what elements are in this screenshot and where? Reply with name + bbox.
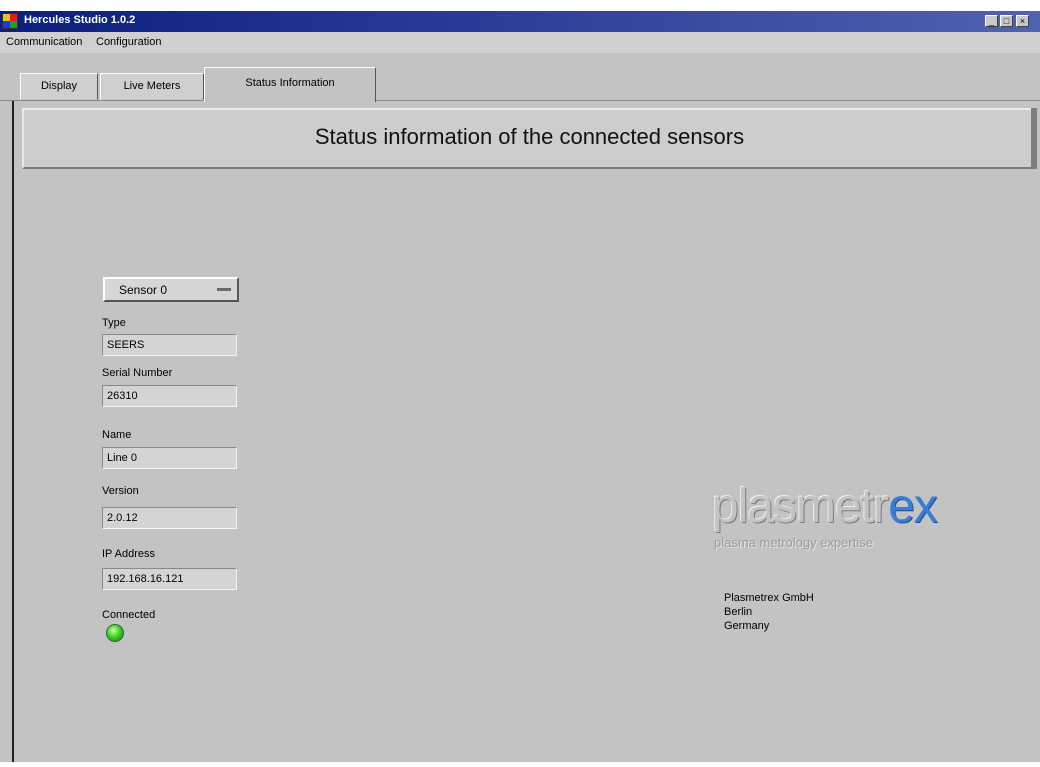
menu-communication[interactable]: Communication (6, 36, 82, 48)
banner-title: Status information of the connected sens… (314, 124, 745, 149)
ip-address-label: IP Address (102, 548, 155, 560)
ip-address-field: 192.168.16.121 (102, 568, 237, 590)
company-city: Berlin (724, 606, 753, 618)
tab-display[interactable]: Display (20, 73, 98, 100)
close-button[interactable]: × (1016, 15, 1029, 27)
sensor-select[interactable]: Sensor 0 (103, 277, 239, 302)
sensor-select-value: Sensor 0 (119, 283, 168, 297)
company-country: Germany (724, 620, 770, 632)
logo-text-main: plasmetr (712, 480, 889, 533)
version-field: 2.0.12 (102, 507, 237, 529)
tab-strip: Display Live Meters Status Information (0, 53, 1040, 102)
serial-number-label: Serial Number (102, 367, 173, 379)
window-title: Hercules Studio 1.0.2 (24, 14, 136, 26)
logo-wordmark: plasmetrex (712, 480, 938, 533)
application-window: Hercules Studio 1.0.2 _ □ × Communicatio… (0, 11, 1040, 762)
logo-tagline: plasma metrology expertise (714, 535, 873, 550)
name-label: Name (102, 429, 132, 441)
menu-bar: Communication Configuration (0, 32, 1040, 54)
status-banner: Status information of the connected sens… (22, 108, 1037, 169)
app-icon (2, 13, 18, 29)
tab-live-meters[interactable]: Live Meters (100, 73, 204, 100)
menu-configuration[interactable]: Configuration (96, 36, 161, 48)
window-left-edge (12, 101, 14, 762)
name-field: Line 0 (102, 447, 237, 469)
version-label: Version (102, 485, 139, 497)
company-name: Plasmetrex GmbH (724, 592, 814, 604)
maximize-button[interactable]: □ (1000, 15, 1013, 27)
plasmetrex-logo: plasmetrex plasma metrology expertise (712, 483, 992, 553)
type-label: Type (102, 317, 126, 329)
connected-led-indicator (106, 624, 124, 642)
tab-status-information[interactable]: Status Information (204, 67, 376, 102)
company-info: Plasmetrex GmbH Berlin Germany (724, 591, 814, 633)
title-bar[interactable]: Hercules Studio 1.0.2 _ □ × (0, 11, 1040, 32)
dropdown-icon[interactable] (217, 288, 231, 291)
type-field: SEERS (102, 334, 237, 356)
minimize-button[interactable]: _ (985, 15, 998, 27)
serial-number-field: 26310 (102, 385, 237, 407)
tab-divider (0, 100, 1040, 101)
logo-text-accent: ex (888, 480, 938, 533)
connected-label: Connected (102, 609, 156, 621)
banner-edge (1031, 108, 1037, 169)
